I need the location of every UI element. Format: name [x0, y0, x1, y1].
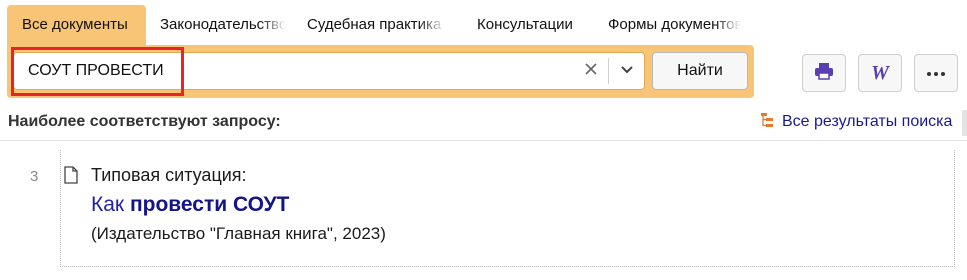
- clear-search-button[interactable]: [575, 53, 607, 89]
- tab-label: Формы документов: [608, 16, 741, 33]
- printer-icon: [814, 62, 834, 85]
- word-icon: W: [871, 61, 889, 84]
- tab-label: Судебная практика: [307, 16, 442, 33]
- search-query-text[interactable]: СОУТ ПРОВЕСТИ: [28, 53, 164, 89]
- tree-icon: [760, 112, 774, 133]
- chevron-down-icon: [620, 62, 634, 80]
- result-title-link[interactable]: Как провести СОУТ: [91, 193, 289, 217]
- find-button[interactable]: Найти: [652, 52, 748, 90]
- tab-legislation[interactable]: Законодательство: [146, 5, 286, 45]
- document-icon: [64, 166, 78, 189]
- scrollbar[interactable]: [962, 110, 967, 136]
- export-word-button[interactable]: W: [858, 54, 902, 92]
- tab-consultations[interactable]: Консультации: [445, 5, 593, 45]
- result-type: Типовая ситуация:: [91, 165, 247, 185]
- results-heading: Наиболее соответствуют запросу:: [8, 113, 281, 130]
- tab-all-documents[interactable]: Все документы: [7, 5, 146, 45]
- result-title-match: провести СОУТ: [129, 193, 290, 216]
- print-button[interactable]: [802, 54, 846, 92]
- search-history-dropdown[interactable]: [611, 53, 643, 89]
- search-input[interactable]: СОУТ ПРОВЕСТИ: [13, 52, 645, 90]
- close-icon: [584, 62, 598, 81]
- tab-court-practice[interactable]: Судебная практика: [286, 5, 445, 45]
- result-source: (Издательство "Главная книга", 2023): [91, 224, 386, 243]
- divider: [0, 140, 967, 141]
- tab-bar: Все документы Законодательство Судебная …: [7, 5, 741, 45]
- result-title-prefix: Как: [91, 193, 130, 216]
- result-number: 3: [30, 168, 39, 185]
- search-divider: [608, 58, 609, 84]
- tab-label: Все документы: [22, 16, 128, 33]
- more-icon: [926, 64, 946, 82]
- more-button[interactable]: [914, 54, 958, 92]
- all-results-label: Все результаты поиска: [782, 113, 953, 130]
- tab-document-forms[interactable]: Формы документов: [593, 5, 741, 45]
- all-results-link[interactable]: Все результаты поиска: [760, 111, 952, 133]
- tab-label: Законодательство: [160, 16, 286, 33]
- tab-label: Консультации: [477, 16, 573, 33]
- search-panel: СОУТ ПРОВЕСТИ Найти: [7, 45, 754, 98]
